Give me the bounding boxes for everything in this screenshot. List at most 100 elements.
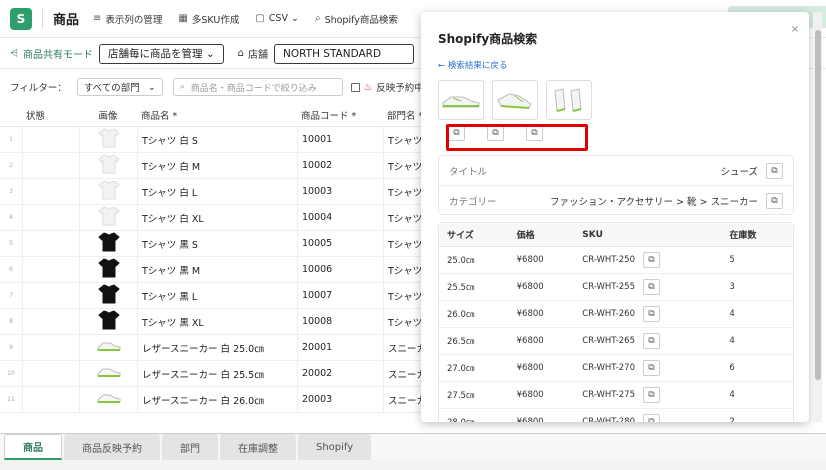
status-cell[interactable]	[22, 334, 79, 361]
copy-icon[interactable]: ⧉	[766, 193, 783, 209]
table-row[interactable]: 3 Tシャツ 白 L 10003 Tシャツ	[0, 178, 430, 205]
product-image[interactable]	[438, 80, 484, 120]
close-icon[interactable]: ×	[791, 24, 799, 35]
sku-text: CR-WHT-265	[582, 336, 635, 346]
product-image[interactable]	[546, 80, 592, 120]
column-header[interactable]: 状態	[22, 108, 79, 122]
back-to-results-link[interactable]: ← 検索結果に戻る	[438, 59, 507, 71]
column-header[interactable]: 商品名 *	[137, 108, 297, 122]
copy-icon[interactable]: ⧉	[642, 333, 660, 349]
variant-row: 27.5㎝ ¥6800 CR-WHT-275 ⧉ 4	[439, 382, 793, 409]
column-header[interactable]: 商品コード *	[297, 108, 383, 122]
name-cell[interactable]: Tシャツ 黒 S	[137, 230, 297, 257]
copy-icon[interactable]: ⧉	[642, 279, 660, 295]
code-cell[interactable]: 10001	[297, 126, 383, 153]
table-row[interactable]: 5 Tシャツ 黒 S 10005 Tシャツ	[0, 230, 430, 257]
sku-text: CR-WHT-270	[582, 363, 635, 373]
code-cell[interactable]: 10002	[297, 152, 383, 179]
name-cell[interactable]: Tシャツ 白 S	[137, 126, 297, 153]
table-row[interactable]: 1 Tシャツ 白 S 10001 Tシャツ	[0, 126, 430, 153]
copy-icon[interactable]: ⧉	[642, 387, 660, 403]
chevron-down-icon: ⌄	[147, 81, 156, 93]
app-logo: S	[10, 7, 32, 30]
table-row[interactable]: 11 レザースニーカー 白 26.0㎝ 20003 スニーカ	[0, 386, 430, 413]
name-cell[interactable]: Tシャツ 黒 XL	[137, 308, 297, 335]
image-cell[interactable]	[79, 282, 137, 309]
share-mode-value: 店舗毎に商品を管理 ⌄	[108, 48, 215, 60]
name-cell[interactable]: Tシャツ 黒 M	[137, 256, 297, 283]
image-cell[interactable]	[79, 386, 137, 413]
status-cell[interactable]	[22, 360, 79, 387]
product-search-input[interactable]: ⌕ 商品名・商品コードで絞り込み	[172, 78, 343, 96]
code-cell[interactable]: 10005	[297, 230, 383, 257]
name-cell[interactable]: Tシャツ 白 M	[137, 152, 297, 179]
status-cell[interactable]	[22, 126, 79, 153]
tab-2[interactable]: 部門	[162, 434, 218, 460]
name-cell[interactable]: レザースニーカー 白 25.5㎝	[137, 360, 297, 387]
status-cell[interactable]	[22, 230, 79, 257]
table-row[interactable]: 10 レザースニーカー 白 25.5㎝ 20002 スニーカ	[0, 360, 430, 387]
image-cell[interactable]	[79, 360, 137, 387]
code-cell[interactable]: 10008	[297, 308, 383, 335]
copy-icon[interactable]: ⧉	[766, 162, 783, 179]
tab-3[interactable]: 在庫調整	[220, 434, 296, 460]
variant-table: サイズ 価格 SKU 在庫数 25.0㎝ ¥6800 CR-WHT-250 ⧉ 5 25.…	[438, 222, 794, 422]
code-cell[interactable]: 10004	[297, 204, 383, 231]
status-cell[interactable]	[22, 256, 79, 283]
image-cell[interactable]	[79, 126, 137, 153]
table-row[interactable]: 6 Tシャツ 黒 M 10006 Tシャツ	[0, 256, 430, 283]
status-cell[interactable]	[22, 282, 79, 309]
column-manage-button[interactable]: ≡ 表示列の管理	[93, 12, 162, 26]
product-image[interactable]	[492, 80, 538, 120]
scrollbar-thumb[interactable]	[815, 30, 821, 380]
code-cell[interactable]: 10003	[297, 178, 383, 205]
code-cell[interactable]: 20001	[297, 334, 383, 361]
stock-cell: 4	[729, 390, 735, 400]
name-cell[interactable]: Tシャツ 白 L	[137, 178, 297, 205]
table-row[interactable]: 7 Tシャツ 黒 L 10007 Tシャツ	[0, 282, 430, 309]
table-row[interactable]: 4 Tシャツ 白 XL 10004 Tシャツ	[0, 204, 430, 231]
image-cell[interactable]	[79, 334, 137, 361]
image-cell[interactable]	[79, 178, 137, 205]
status-cell[interactable]	[22, 308, 79, 335]
code-cell[interactable]: 20002	[297, 360, 383, 387]
sku-cell: CR-WHT-280 ⧉	[574, 414, 721, 422]
store-select[interactable]: NORTH STANDARD	[274, 43, 414, 64]
list-icon: ≡	[93, 13, 102, 24]
code-cell[interactable]: 10006	[297, 256, 383, 283]
name-cell[interactable]: レザースニーカー 白 25.0㎝	[137, 334, 297, 361]
stock-cell: 2	[729, 417, 735, 422]
code-cell[interactable]: 10007	[297, 282, 383, 309]
status-cell[interactable]	[22, 178, 79, 205]
name-cell[interactable]: レザースニーカー 白 26.0㎝	[137, 386, 297, 413]
copy-icon[interactable]: ⧉	[642, 306, 660, 322]
image-cell[interactable]	[79, 308, 137, 335]
shopify-search-button[interactable]: ⌕ Shopify商品検索	[315, 12, 398, 26]
multi-sku-button[interactable]: ▦ 多SKU作成	[178, 12, 239, 26]
share-mode-select[interactable]: 店舗毎に商品を管理 ⌄	[99, 43, 224, 64]
tab-4[interactable]: Shopify	[298, 434, 372, 460]
code-cell[interactable]: 20003	[297, 386, 383, 413]
image-cell[interactable]	[79, 152, 137, 179]
copy-icon[interactable]: ⧉	[642, 252, 660, 268]
image-cell[interactable]	[79, 204, 137, 231]
copy-icon[interactable]: ⧉	[642, 414, 660, 422]
status-cell[interactable]	[22, 386, 79, 413]
status-cell[interactable]	[22, 152, 79, 179]
tab-0[interactable]: 商品	[4, 434, 62, 460]
table-row[interactable]: 2 Tシャツ 白 M 10002 Tシャツ	[0, 152, 430, 179]
table-header: 状態 画像 商品名 * 商品コード * 部門名 *	[0, 103, 430, 127]
copy-icon[interactable]: ⧉	[642, 360, 660, 376]
table-row[interactable]: 8 Tシャツ 黒 XL 10008 Tシャツ	[0, 308, 430, 335]
name-cell[interactable]: Tシャツ 黒 L	[137, 282, 297, 309]
csv-button[interactable]: ▢ CSV ⌄	[255, 13, 299, 24]
image-cell[interactable]	[79, 230, 137, 257]
table-row[interactable]: 9 レザースニーカー 白 25.0㎝ 20001 スニーカ	[0, 334, 430, 361]
tab-1[interactable]: 商品反映予約	[64, 434, 160, 460]
status-cell[interactable]	[22, 204, 79, 231]
csv-label: CSV ⌄	[268, 13, 299, 24]
image-cell[interactable]	[79, 256, 137, 283]
column-header[interactable]: 画像	[79, 108, 137, 122]
dept-filter-select[interactable]: すべての部門 ⌄	[76, 78, 163, 96]
name-cell[interactable]: Tシャツ 白 XL	[137, 204, 297, 231]
